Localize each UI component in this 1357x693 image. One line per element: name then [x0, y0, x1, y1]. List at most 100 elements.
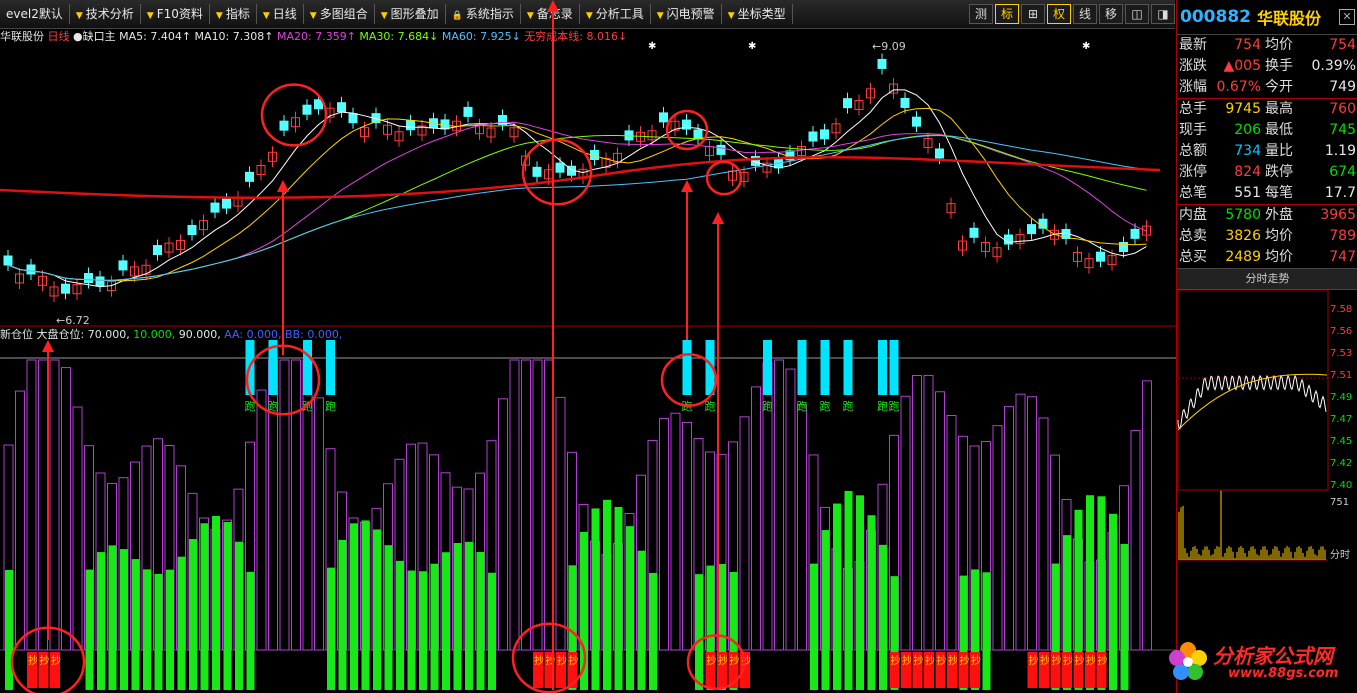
quote-value: 824	[1234, 164, 1261, 180]
buy-label: 抄	[960, 654, 970, 667]
intraday-price-tick: 7.58	[1330, 304, 1352, 315]
green-bar	[453, 543, 462, 690]
green-bar	[603, 499, 611, 690]
green-bar	[1109, 513, 1117, 690]
position-bar	[1027, 396, 1037, 651]
candle-body	[532, 166, 542, 177]
green-bar	[591, 508, 600, 690]
quote-label: 最高	[1265, 101, 1293, 117]
buy-label: 抄	[1063, 654, 1073, 667]
green-bar	[476, 551, 485, 690]
candle-body	[1027, 224, 1036, 235]
position-bar	[555, 396, 566, 651]
position-bar	[256, 389, 267, 651]
quote-label: 总额	[1179, 143, 1207, 159]
green-bar	[982, 572, 991, 690]
buy-label: 抄	[925, 654, 935, 667]
quote-value: 789	[1329, 228, 1356, 244]
kline-chart[interactable]: ←9.09←6.72抄抄抄抄抄抄抄抄抄抄抄抄抄抄抄抄抄抄抄抄抄抄抄抄抄抄跑跑跑跑…	[0, 0, 1176, 693]
run-label: 跑	[889, 399, 900, 413]
run-bar	[763, 340, 772, 395]
candle-body	[222, 198, 231, 209]
quote-value: 674	[1329, 164, 1356, 180]
quote-header: 000882 华联股份 ✕	[1177, 0, 1357, 35]
quote-row: 总笔 551 每笔 17.7	[1177, 183, 1357, 204]
indicator-value-4: AA: 0.000, BB: 0.000,	[224, 328, 343, 341]
run-label: 跑	[797, 399, 808, 413]
quote-value: ▲005	[1223, 58, 1262, 74]
run-label: 跑	[762, 399, 773, 413]
position-bar	[935, 391, 945, 651]
candle-body	[900, 97, 910, 108]
green-bar	[223, 521, 232, 690]
intraday-price-tick: 7.40	[1330, 480, 1352, 491]
buy-label: 抄	[902, 654, 912, 667]
quote-label: 外盘	[1265, 207, 1293, 223]
run-bar	[878, 340, 887, 395]
candle-body	[153, 245, 162, 256]
candle-body	[279, 120, 289, 131]
ma30-line	[7, 134, 1147, 281]
run-bar	[303, 340, 312, 395]
ma60-line	[7, 134, 1147, 281]
green-bar	[637, 550, 646, 690]
ma5-line	[7, 89, 1147, 288]
green-bar	[419, 571, 427, 690]
position-bar	[682, 421, 692, 651]
quote-panel: 000882 华联股份 ✕ 最新 754 均价 754 涨跌 ▲005 换手 0.39% 涨幅 0…	[1176, 0, 1357, 693]
quote-row: 总买 2489 均价 747	[1177, 247, 1357, 268]
candle-body	[84, 273, 93, 284]
green-bar	[177, 556, 186, 690]
position-bar	[314, 397, 324, 651]
position-bar	[49, 359, 60, 651]
green-bar	[396, 560, 404, 690]
intraday-price-tick: 7.56	[1330, 326, 1352, 337]
green-bar	[350, 523, 358, 690]
ma60-value: MA60: 7.925↓	[441, 30, 521, 43]
quote-value: 734	[1234, 143, 1261, 159]
quote-label: 内盘	[1179, 207, 1207, 223]
position-bar	[992, 425, 1003, 651]
quote-label: 均价	[1265, 228, 1293, 244]
intraday-chart[interactable]: 7.58 7.56 7.53 7.51 7.49 7.47 7.45 7.42 7.40 751 分…	[1177, 289, 1357, 580]
green-bar	[407, 570, 416, 690]
volume-label: 751	[1330, 497, 1349, 508]
position-bar	[659, 417, 669, 651]
run-bar	[682, 340, 692, 395]
position-bar	[498, 398, 508, 651]
green-bar	[200, 523, 209, 690]
quote-value: 760	[1329, 101, 1356, 117]
position-bar	[739, 416, 750, 651]
green-bar	[361, 520, 370, 690]
position-bar	[923, 374, 934, 651]
candle-body	[935, 148, 944, 159]
quote-value: 2489	[1225, 249, 1261, 265]
buy-label: 抄	[914, 654, 924, 667]
arrow-head	[547, 0, 559, 12]
green-bar	[442, 552, 450, 690]
quote-value: 745	[1329, 122, 1356, 138]
position-bar	[797, 404, 807, 651]
candle-body	[659, 112, 668, 123]
close-icon[interactable]: ✕	[1339, 9, 1355, 25]
quote-value: 17.7	[1324, 185, 1356, 201]
quote-value: 9745	[1225, 101, 1261, 117]
indicator-value-1: 大盘仓位: 70.000,	[36, 328, 130, 341]
green-bar	[844, 490, 853, 690]
buy-label: 抄	[1075, 654, 1085, 667]
ma-header: 华联股份 日线 ●缺口主 MA5: 7.404↑ MA10: 7.308↑ MA…	[0, 29, 627, 45]
indicator-value-2: 10.000,	[133, 328, 176, 341]
annotation-circle	[705, 160, 743, 196]
position-bar	[291, 359, 301, 651]
green-bar	[108, 545, 117, 690]
position-bar	[15, 390, 25, 651]
position-bar	[279, 359, 290, 651]
quote-row: 总手 9745 最高 760	[1177, 98, 1357, 120]
quote-label: 现手	[1179, 122, 1207, 138]
quote-value: 5780	[1225, 207, 1261, 223]
stock-title: 华联股份	[1256, 9, 1321, 28]
quote-row: 内盘 5780 外盘 3965	[1177, 204, 1357, 226]
green-bar	[821, 530, 830, 690]
watermark-text: 分析家公式网	[1213, 644, 1333, 668]
intraday-title[interactable]: 分时走势	[1177, 268, 1357, 290]
